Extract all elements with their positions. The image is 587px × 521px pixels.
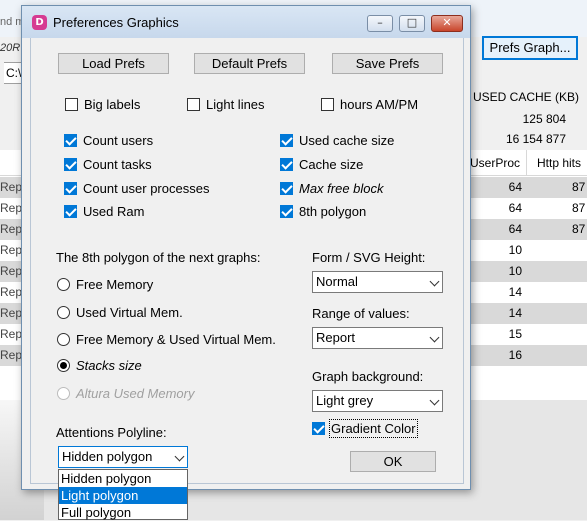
hours-ampm-checkbox[interactable]: hours AM/PM	[321, 97, 418, 112]
attentions-polyline-label: Attentions Polyline:	[56, 425, 167, 440]
checkbox-label: 8th polygon	[299, 204, 367, 219]
count-users-checkbox[interactable]: Count users	[64, 133, 153, 148]
radio-label: Free Memory & Used Virtual Mem.	[76, 332, 276, 347]
checkbox-box[interactable]	[321, 98, 334, 111]
radio-circle[interactable]	[57, 333, 70, 346]
used-cache-header: USED CACHE (KB)	[473, 90, 580, 104]
checkbox-box[interactable]	[280, 182, 293, 195]
used-ram-checkbox[interactable]: Used Ram	[64, 204, 144, 219]
checkbox-label: Big labels	[84, 97, 141, 112]
radio-label: Stacks size	[76, 358, 142, 373]
radio-circle[interactable]	[57, 306, 70, 319]
checkbox-box[interactable]	[312, 422, 325, 435]
save-prefs-button[interactable]: Save Prefs	[332, 53, 443, 74]
range-of-values-select[interactable]: Report	[312, 327, 443, 349]
prefs-graph-button[interactable]: Prefs Graph...	[482, 36, 578, 60]
checkbox-label: Light lines	[206, 97, 265, 112]
preferences-graphics-dialog: D Preferences Graphics – □ ✕	[21, 5, 471, 490]
form-height-select[interactable]: Normal	[312, 271, 443, 293]
polygon-group-label: The 8th polygon of the next graphs:	[56, 250, 261, 265]
maximize-button[interactable]: □	[399, 15, 425, 32]
checkbox-box[interactable]	[187, 98, 200, 111]
radio-label: Used Virtual Mem.	[76, 305, 183, 320]
radio-label: Free Memory	[76, 277, 154, 292]
8th-polygon-checkbox[interactable]: 8th polygon	[280, 204, 366, 219]
count-user-processes-checkbox[interactable]: Count user processes	[64, 181, 209, 196]
radio-circle[interactable]	[57, 359, 70, 372]
radio-circle[interactable]	[57, 278, 70, 291]
background-fragment: 20R	[0, 42, 21, 54]
radio-altura-used-memory: Altura Used Memory	[57, 386, 194, 401]
light-lines-checkbox[interactable]: Light lines	[187, 97, 265, 112]
dialog-title-bar[interactable]: D Preferences Graphics – □ ✕	[22, 6, 470, 38]
radio-circle	[57, 387, 70, 400]
checkbox-box[interactable]	[65, 98, 78, 111]
column-header-http-hits[interactable]: Http hits	[537, 156, 581, 170]
checkbox-label: Count tasks	[83, 157, 152, 172]
attentions-polyline-select[interactable]: Hidden polygon	[58, 446, 188, 468]
checkbox-box[interactable]	[280, 134, 293, 147]
checkbox-box[interactable]	[64, 158, 77, 171]
big-labels-checkbox[interactable]: Big labels	[65, 97, 140, 112]
checkbox-label: Count user processes	[83, 181, 210, 196]
checkbox-label: Count users	[83, 133, 154, 148]
range-of-values-label: Range of values:	[312, 306, 410, 321]
gradient-color-checkbox[interactable]: Gradient Color	[312, 419, 418, 438]
radio-used-virtual-mem[interactable]: Used Virtual Mem.	[57, 305, 183, 320]
radio-label: Altura Used Memory	[76, 386, 195, 401]
checkbox-label: Used cache size	[299, 133, 395, 148]
chevron-down-icon	[174, 451, 185, 462]
checkbox-box[interactable]	[64, 182, 77, 195]
close-button[interactable]: ✕	[431, 15, 463, 32]
checkbox-label: Gradient Color	[329, 419, 418, 438]
dropdown-option-hidden-polygon[interactable]: Hidden polygon	[59, 470, 187, 487]
dialog-title: Preferences Graphics	[53, 15, 179, 30]
default-prefs-button[interactable]: Default Prefs	[194, 53, 305, 74]
cache-value: 16 154 877	[505, 132, 566, 146]
count-tasks-checkbox[interactable]: Count tasks	[64, 157, 152, 172]
radio-stacks-size[interactable]: Stacks size	[57, 358, 142, 373]
checkbox-box[interactable]	[280, 158, 293, 171]
cache-size-checkbox[interactable]: Cache size	[280, 157, 363, 172]
max-free-block-checkbox[interactable]: Max free block	[280, 181, 384, 196]
graph-background-label: Graph background:	[312, 369, 424, 384]
checkbox-label: hours AM/PM	[340, 97, 419, 112]
chevron-down-icon	[429, 276, 440, 287]
checkbox-box[interactable]	[64, 134, 77, 147]
app-icon: D	[32, 15, 47, 30]
form-height-label: Form / SVG Height:	[312, 250, 426, 265]
minimize-button[interactable]: –	[367, 15, 393, 32]
checkbox-box[interactable]	[64, 205, 77, 218]
chevron-down-icon	[429, 395, 440, 406]
checkbox-box[interactable]	[280, 205, 293, 218]
ok-button[interactable]: OK	[350, 451, 436, 472]
checkbox-label: Max free block	[299, 181, 384, 196]
column-header-userproc[interactable]: UserProc	[470, 156, 520, 170]
chevron-down-icon	[429, 332, 440, 343]
load-prefs-button[interactable]: Load Prefs	[58, 53, 169, 74]
attentions-polyline-dropdown: Hidden polygon Light polygon Full polygo…	[58, 469, 188, 520]
cache-value: 125 804	[522, 112, 566, 126]
dropdown-option-full-polygon[interactable]: Full polygon	[59, 504, 187, 521]
used-cache-size-checkbox[interactable]: Used cache size	[280, 133, 394, 148]
radio-free-and-used-virtual[interactable]: Free Memory & Used Virtual Mem.	[57, 332, 276, 347]
radio-free-memory[interactable]: Free Memory	[57, 277, 153, 292]
graph-background-select[interactable]: Light grey	[312, 390, 443, 412]
checkbox-label: Used Ram	[83, 204, 145, 219]
dropdown-option-light-polygon[interactable]: Light polygon	[59, 487, 187, 504]
checkbox-label: Cache size	[299, 157, 364, 172]
